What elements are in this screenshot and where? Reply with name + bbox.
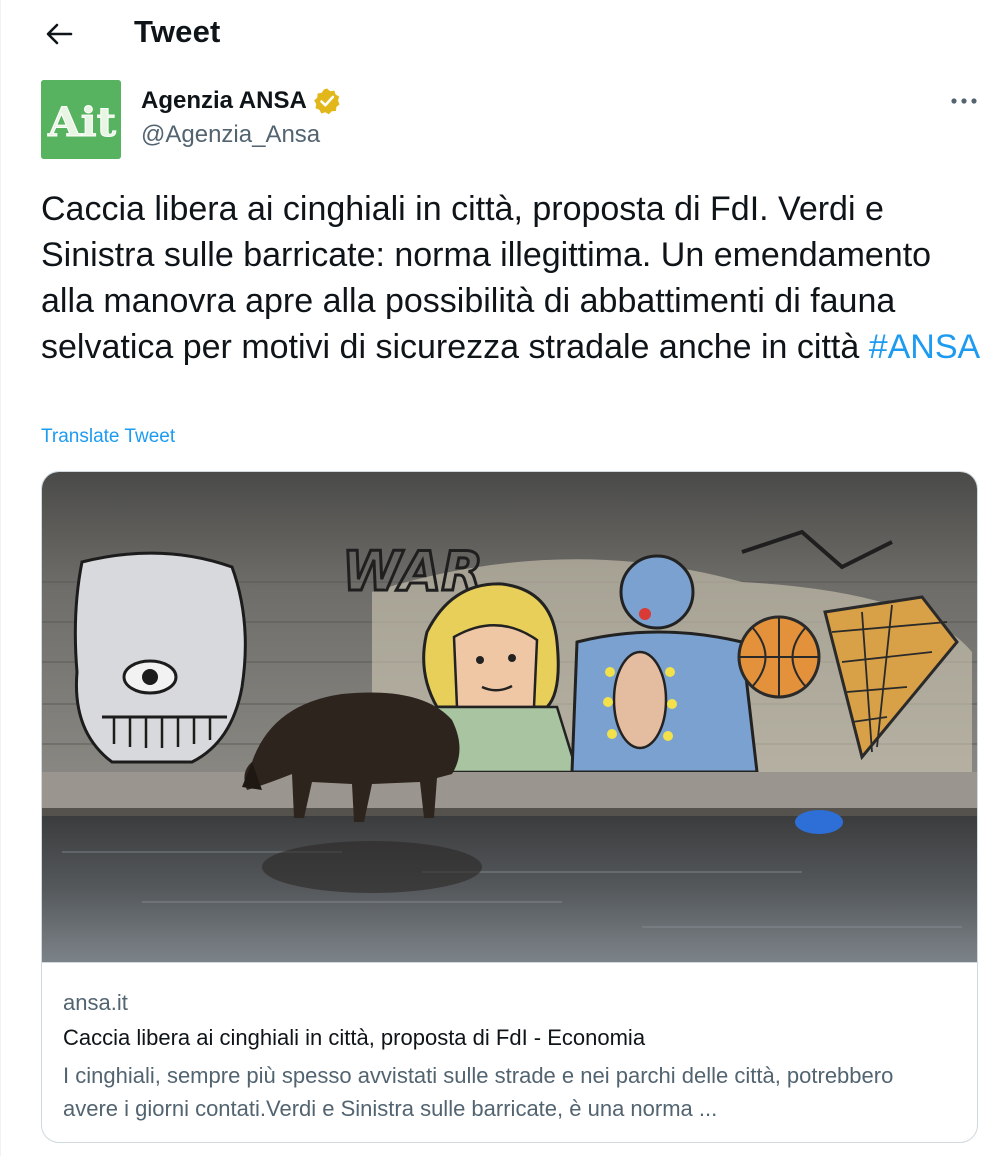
tweet-page: Tweet Ait Agenzia ANSA @Agenzia_Ansa Cac… <box>0 0 1000 1156</box>
back-button[interactable] <box>39 14 79 54</box>
avatar-logo-text: Ait <box>47 99 117 146</box>
card-image: WAR <box>42 472 977 962</box>
author-name[interactable]: Agenzia ANSA <box>141 87 341 115</box>
card-description: I cinghiali, sempre più spesso avvistati… <box>63 1063 894 1121</box>
translate-tweet-link[interactable]: Translate Tweet <box>41 426 175 448</box>
hashtag-link[interactable]: #ANSA <box>869 328 981 366</box>
author-name-label: Agenzia ANSA <box>141 87 307 114</box>
card-domain: ansa.it <box>63 990 128 1015</box>
avatar[interactable]: Ait <box>41 80 121 159</box>
verified-badge-icon <box>313 88 340 115</box>
page-title: Tweet <box>134 14 221 49</box>
card-title: Caccia libera ai cinghiali in città, pro… <box>63 1025 646 1050</box>
card-meta: ansa.it Caccia libera ai cinghiali in ci… <box>42 962 977 1142</box>
tweet-body: Caccia libera ai cinghiali in città, pro… <box>41 190 932 366</box>
more-options-button[interactable] <box>944 85 984 117</box>
arrow-left-icon <box>46 23 73 45</box>
link-card[interactable]: WAR ansa.it Caccia libera ai cinghiali i… <box>41 471 978 1143</box>
tweet-text: Caccia libera ai cinghiali in città, pro… <box>41 186 986 370</box>
top-bar: Tweet <box>1 0 1000 66</box>
author-handle[interactable]: @Agenzia_Ansa <box>141 121 320 149</box>
more-horizontal-icon <box>951 98 977 104</box>
